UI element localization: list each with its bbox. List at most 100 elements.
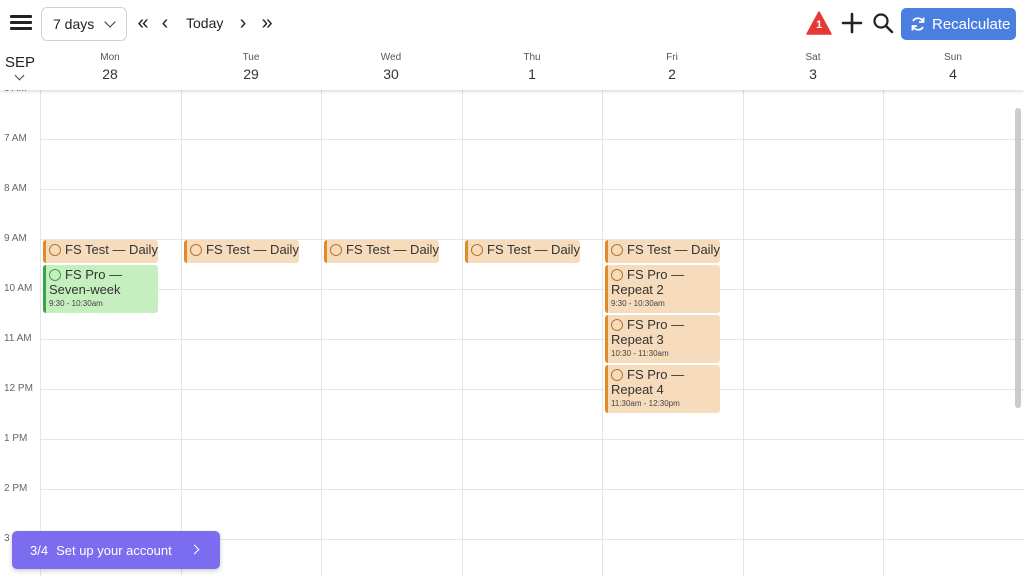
prev-day-button[interactable]: ‹ xyxy=(158,12,172,36)
range-select[interactable]: 7 days xyxy=(41,7,127,41)
setup-progress-count: 3/4 xyxy=(30,542,49,558)
calendar-event[interactable]: FS Pro — Seven-week 9:30 - 10:30am xyxy=(43,265,158,313)
search-icon xyxy=(873,13,894,34)
search-button[interactable] xyxy=(872,12,894,34)
event-title: FS Pro — xyxy=(627,267,685,282)
recalculate-button[interactable]: Recalculate xyxy=(901,8,1016,40)
calendar-event[interactable]: FS Pro — Repeat 3 10:30 - 11:30am xyxy=(605,315,720,363)
day-name: Wed xyxy=(380,52,402,63)
day-column-header[interactable]: Sat 3 xyxy=(743,52,883,82)
calendar-event[interactable]: FS Test — Daily xyxy=(465,240,580,263)
day-number: 30 xyxy=(383,66,399,82)
day-number: 1 xyxy=(528,66,536,82)
day-column-divider xyxy=(462,90,463,576)
hour-gridline xyxy=(40,289,1024,290)
event-title-row: FS Pro — xyxy=(608,315,720,332)
chevron-right-icon xyxy=(189,544,200,555)
task-circle-icon[interactable] xyxy=(190,243,202,256)
day-column-divider xyxy=(321,90,322,576)
day-number: 4 xyxy=(949,66,957,82)
toolbar: 7 days « ‹ Today › » 1 Recalculate xyxy=(0,0,1024,48)
task-circle-icon[interactable] xyxy=(330,243,342,256)
hour-gridline xyxy=(40,189,1024,190)
calendar-event[interactable]: FS Test — Daily xyxy=(43,240,158,263)
event-title: FS Pro — xyxy=(627,367,685,382)
task-circle-icon[interactable] xyxy=(611,243,623,256)
warning-alert-button[interactable]: 1 xyxy=(806,11,832,35)
event-title-continued: Repeat 3 xyxy=(611,332,664,347)
day-column-divider xyxy=(743,90,744,576)
day-column-header[interactable]: Fri 2 xyxy=(602,52,742,82)
today-button[interactable]: Today xyxy=(186,15,223,31)
event-title: FS Test — Daily xyxy=(206,242,299,257)
setup-account-button[interactable]: 3/4 Set up your account xyxy=(12,531,220,569)
hour-label: 2 PM xyxy=(4,483,28,494)
task-circle-icon[interactable] xyxy=(611,268,623,281)
event-title-continued: Repeat 4 xyxy=(611,382,664,397)
task-circle-icon[interactable] xyxy=(49,243,61,256)
day-name: Tue xyxy=(242,52,260,63)
event-title-row: FS Pro — xyxy=(608,265,720,282)
alert-count: 1 xyxy=(815,19,823,31)
event-title: FS Test — Daily xyxy=(346,242,439,257)
event-time: 9:30 - 10:30am xyxy=(611,299,665,308)
event-title-row: FS Test — Daily xyxy=(608,240,720,257)
hour-label: 10 AM xyxy=(4,283,33,294)
day-number: 3 xyxy=(809,66,817,82)
event-time: 11:30am - 12:30pm xyxy=(611,399,680,408)
hour-label: 7 AM xyxy=(4,133,27,144)
event-title-row: FS Test — Daily xyxy=(468,240,580,257)
hour-gridline xyxy=(40,389,1024,390)
calendar-event[interactable]: FS Test — Daily xyxy=(324,240,439,263)
day-column-header[interactable]: Wed 30 xyxy=(321,52,461,82)
event-title: FS Test — Daily xyxy=(65,242,158,257)
event-title-row: FS Test — Daily xyxy=(187,240,299,257)
next-day-button[interactable]: › xyxy=(236,12,250,36)
event-title-row: FS Test — Daily xyxy=(327,240,439,257)
hour-label: 6 AM xyxy=(4,90,38,94)
day-column-header[interactable]: Sun 4 xyxy=(883,52,1023,82)
event-title-row: FS Pro — xyxy=(46,265,158,282)
day-name: Sat xyxy=(805,52,821,63)
refresh-icon xyxy=(911,17,925,31)
hamburger-menu-icon[interactable] xyxy=(10,12,32,34)
month-selector[interactable]: SEP xyxy=(5,54,35,71)
recalculate-label: Recalculate xyxy=(932,15,1011,33)
hour-gridline xyxy=(40,339,1024,340)
next-week-button[interactable]: » xyxy=(258,12,276,36)
add-button[interactable] xyxy=(841,12,863,34)
chevron-down-icon[interactable] xyxy=(14,70,25,81)
task-circle-icon[interactable] xyxy=(611,368,623,381)
day-column-header[interactable]: Tue 29 xyxy=(181,52,321,82)
range-select-value: 7 days xyxy=(53,16,95,32)
chevron-down-icon xyxy=(104,16,116,28)
calendar-event[interactable]: FS Pro — Repeat 4 11:30am - 12:30pm xyxy=(605,365,720,413)
task-circle-icon[interactable] xyxy=(611,318,623,331)
calendar-grid[interactable]: 6 AM 7 AM 8 AM 9 AM 10 AM 11 AM 12 PM 1 PM 2 PM 3… xyxy=(0,90,1024,576)
day-number: 29 xyxy=(243,66,259,82)
day-name: Thu xyxy=(523,52,541,63)
hour-label: 1 PM xyxy=(4,433,28,444)
day-name: Mon xyxy=(100,52,120,63)
task-circle-icon[interactable] xyxy=(49,268,61,281)
day-number: 2 xyxy=(668,66,676,82)
hour-label: 8 AM xyxy=(4,183,27,194)
vertical-scrollbar[interactable] xyxy=(1015,108,1021,408)
event-title: FS Test — Daily xyxy=(487,242,580,257)
day-name: Sun xyxy=(944,52,962,63)
day-number: 28 xyxy=(102,66,118,82)
day-column-divider xyxy=(883,90,884,576)
prev-week-button[interactable]: « xyxy=(134,12,152,36)
calendar-event[interactable]: FS Pro — Repeat 2 9:30 - 10:30am xyxy=(605,265,720,313)
day-column-header[interactable]: Thu 1 xyxy=(462,52,602,82)
hour-label: 11 AM xyxy=(4,333,32,344)
day-column-header[interactable]: Mon 28 xyxy=(40,52,180,82)
day-column-divider xyxy=(602,90,603,576)
calendar-event[interactable]: FS Test — Daily xyxy=(184,240,299,263)
calendar-event[interactable]: FS Test — Daily xyxy=(605,240,720,263)
task-circle-icon[interactable] xyxy=(471,243,483,256)
event-time: 10:30 - 11:30am xyxy=(611,349,669,358)
event-title-continued: Seven-week xyxy=(49,282,121,297)
event-time: 9:30 - 10:30am xyxy=(49,299,103,308)
hour-label: 9 AM xyxy=(4,233,27,244)
